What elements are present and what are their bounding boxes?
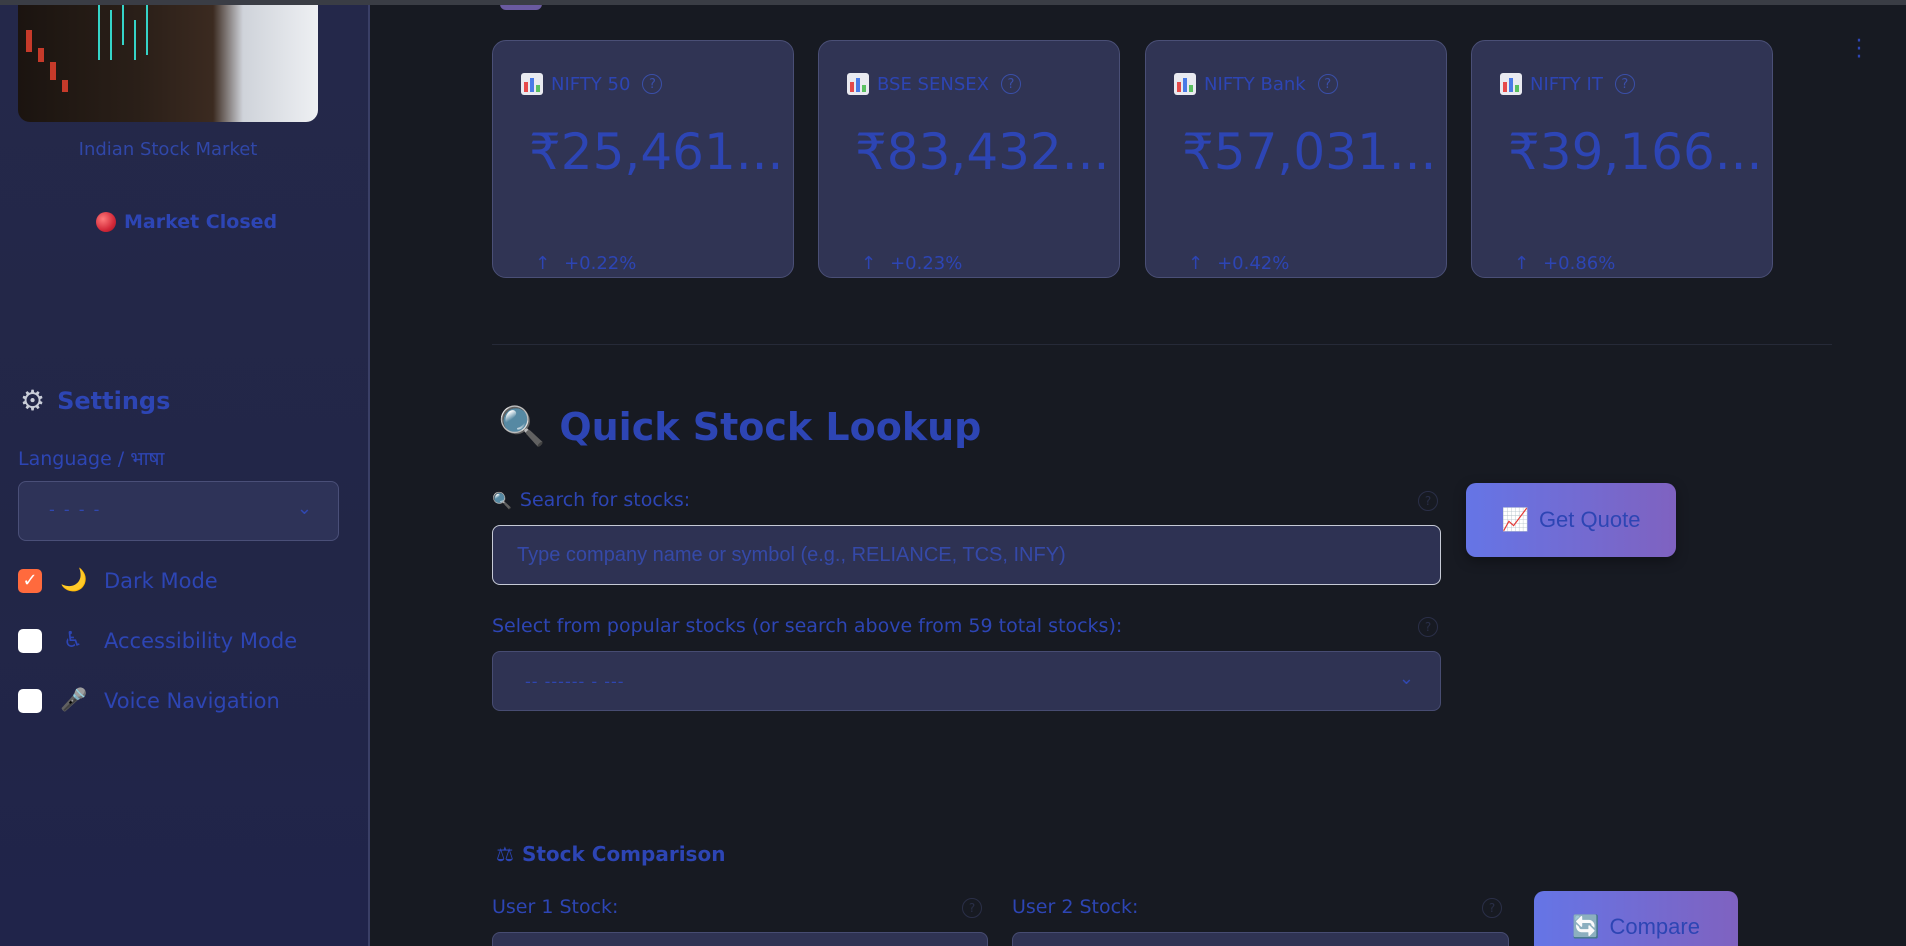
- index-card-nifty50: NIFTY 50 ? ₹25,461... ↑ +0.22%: [492, 40, 794, 278]
- index-change: +0.86%: [1543, 253, 1616, 274]
- popular-select-value: -- ------ - ---: [525, 672, 625, 691]
- arrow-up-icon: ↑: [535, 253, 551, 274]
- index-name: BSE SENSEX: [877, 73, 989, 95]
- stock-comparison-title: Stock Comparison: [521, 842, 726, 866]
- gear-icon: ⚙: [20, 384, 46, 417]
- get-quote-button[interactable]: 📈 Get Quote: [1466, 483, 1676, 557]
- index-name: NIFTY IT: [1530, 73, 1603, 95]
- more-options-icon[interactable]: · · ·: [1854, 31, 1864, 69]
- index-value: ₹25,461...: [529, 123, 784, 181]
- section-divider: [492, 344, 1832, 345]
- search-icon: 🔍: [492, 490, 512, 510]
- bar-chart-icon: [1500, 73, 1522, 95]
- magnifier-icon: 🔍: [498, 404, 546, 448]
- main-content: · · · NIFTY 50 ? ₹25,461... ↑ +0.22% BSE SE…: [372, 0, 1906, 946]
- compare-button[interactable]: 🔄 Compare: [1534, 891, 1738, 946]
- search-label-text: Search for stocks:: [519, 489, 691, 511]
- sidebar-caption: Indian Stock Market: [78, 139, 258, 160]
- sidebar: Indian Stock Market Market Closed ⚙ Sett…: [0, 0, 370, 946]
- user1-help-icon[interactable]: ?: [962, 898, 982, 918]
- stock-comparison-heading: ⚖ Stock Comparison: [496, 842, 725, 866]
- index-name: NIFTY 50: [551, 73, 631, 95]
- index-value: ₹83,432...: [855, 123, 1110, 181]
- chart-increasing-icon: 📈: [1501, 507, 1529, 532]
- dark-mode-checkbox[interactable]: ✓: [18, 568, 42, 593]
- search-input[interactable]: [492, 525, 1441, 585]
- toggle-accessibility-mode[interactable]: ♿ Accessibility Mode: [18, 628, 297, 653]
- quick-lookup-title: Quick Stock Lookup: [559, 404, 982, 449]
- language-select[interactable]: - - - - ⌄: [18, 481, 339, 541]
- window-top-border: [0, 0, 1906, 5]
- get-quote-label: Get Quote: [1538, 507, 1641, 532]
- help-icon[interactable]: ?: [642, 74, 663, 94]
- market-status-label: Market Closed: [124, 211, 278, 233]
- market-status: Market Closed: [96, 211, 277, 233]
- toggle-voice-navigation[interactable]: 🎤 Voice Navigation: [18, 688, 280, 713]
- help-icon[interactable]: ?: [1614, 74, 1635, 94]
- voice-navigation-label: Voice Navigation: [104, 688, 280, 713]
- dark-mode-label: Dark Mode: [104, 568, 218, 593]
- index-name: NIFTY Bank: [1204, 73, 1306, 95]
- bar-chart-icon: [521, 73, 543, 95]
- voice-navigation-checkbox[interactable]: [18, 688, 42, 713]
- popular-stocks-select[interactable]: -- ------ - --- ⌄: [492, 651, 1441, 711]
- index-change: +0.23%: [890, 253, 963, 274]
- toggle-dark-mode[interactable]: ✓ 🌙 Dark Mode: [18, 568, 218, 593]
- user2-help-icon[interactable]: ?: [1482, 898, 1502, 918]
- index-card-nifty-bank: NIFTY Bank ? ₹57,031... ↑ +0.42%: [1145, 40, 1447, 278]
- arrow-up-icon: ↑: [1514, 253, 1530, 274]
- index-change: +0.42%: [1217, 253, 1290, 274]
- help-icon[interactable]: ?: [1317, 74, 1338, 94]
- arrow-up-icon: ↑: [861, 253, 877, 274]
- user1-stock-select[interactable]: [492, 932, 988, 946]
- settings-heading: ⚙ Settings: [20, 384, 170, 417]
- popular-help-icon[interactable]: ?: [1418, 617, 1438, 637]
- index-change: +0.22%: [564, 253, 637, 274]
- wheelchair-icon: ♿: [63, 628, 83, 653]
- bar-chart-icon: [1174, 73, 1196, 95]
- refresh-icon: 🔄: [1572, 914, 1600, 939]
- moon-icon: 🌙: [60, 568, 88, 593]
- index-value: ₹57,031...: [1182, 123, 1437, 181]
- red-circle-icon: [96, 212, 116, 232]
- user2-stock-select[interactable]: [1012, 932, 1509, 946]
- accessibility-mode-label: Accessibility Mode: [104, 628, 298, 653]
- scales-icon: ⚖: [496, 842, 514, 866]
- accessibility-mode-checkbox[interactable]: [18, 628, 42, 653]
- language-label: Language / भाषा: [18, 448, 165, 470]
- chevron-down-icon: ⌄: [296, 498, 312, 519]
- bar-chart-icon: [847, 73, 869, 95]
- compare-label: Compare: [1609, 914, 1700, 939]
- language-select-value: - - - -: [49, 500, 102, 519]
- index-card-sensex: BSE SENSEX ? ₹83,432... ↑ +0.23%: [818, 40, 1120, 278]
- index-card-nifty-it: NIFTY IT ? ₹39,166... ↑ +0.86%: [1471, 40, 1773, 278]
- microphone-icon: 🎤: [60, 688, 88, 713]
- user2-stock-label: User 2 Stock:: [1012, 896, 1139, 918]
- help-icon[interactable]: ?: [1000, 74, 1021, 94]
- user1-stock-label: User 1 Stock:: [492, 896, 619, 918]
- settings-title: Settings: [57, 386, 171, 415]
- chevron-down-icon: ⌄: [1398, 668, 1414, 689]
- quick-lookup-heading: 🔍 Quick Stock Lookup: [498, 404, 981, 449]
- search-help-icon[interactable]: ?: [1418, 491, 1438, 511]
- stock-market-image: [18, 0, 318, 122]
- popular-stocks-label: Select from popular stocks (or search ab…: [492, 615, 1123, 637]
- index-value: ₹39,166...: [1508, 123, 1763, 181]
- search-label: 🔍 Search for stocks:: [492, 489, 690, 511]
- arrow-up-icon: ↑: [1188, 253, 1204, 274]
